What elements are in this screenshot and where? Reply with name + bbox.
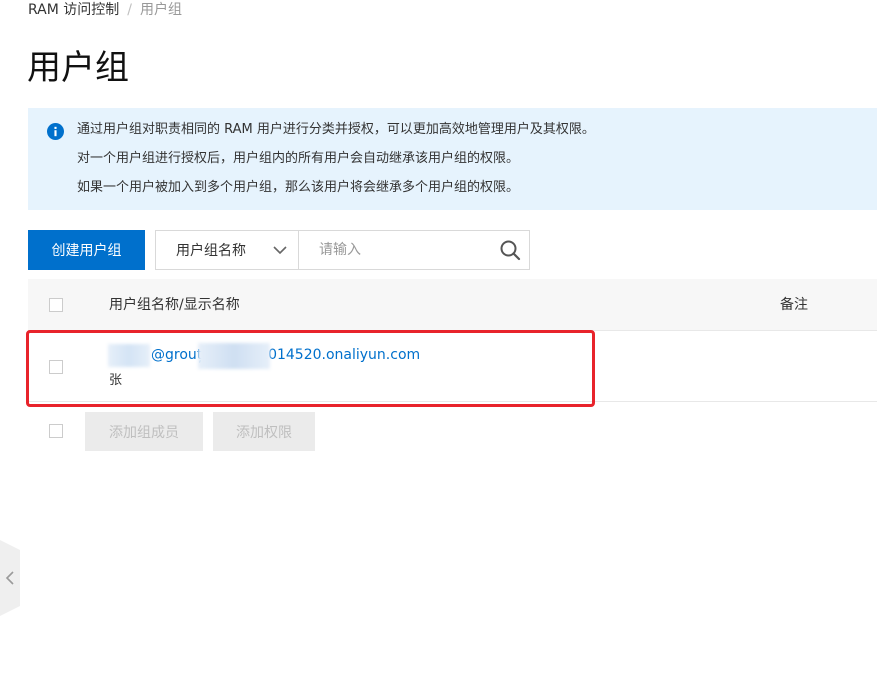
info-icon (47, 123, 64, 140)
create-group-button[interactable]: 创建用户组 (28, 230, 145, 270)
column-header-remark: 备注 (780, 297, 808, 313)
add-permissions-button[interactable]: 添加权限 (213, 412, 315, 451)
group-name-suffix: 01014520.onaliyun.com (250, 347, 421, 363)
search-input[interactable] (299, 231, 529, 269)
select-all-checkbox[interactable] (49, 298, 63, 312)
breadcrumb-current: 用户组 (140, 2, 182, 18)
breadcrumb: RAM 访问控制 / 用户组 (28, 1, 182, 19)
row-checkbox[interactable] (49, 360, 63, 374)
group-table: 用户组名称/显示名称 备注 @grouț 01014520.onaliyun.co… (28, 279, 877, 402)
notice-line-2: 对一个用户组进行授权后，用户组内的所有用户会自动继承该用户组的权限。 (77, 151, 520, 166)
info-notice: 通过用户组对职责相同的 RAM 用户进行分类并授权，可以更加高效地管理用户及其权… (28, 108, 877, 210)
search-field-label: 用户组名称 (176, 243, 246, 259)
column-header-name: 用户组名称/显示名称 (109, 297, 240, 313)
group-name-link[interactable]: @grouț 01014520.onaliyun.com (151, 345, 420, 365)
footer-select-checkbox[interactable] (49, 424, 63, 438)
add-members-button[interactable]: 添加组成员 (85, 412, 203, 451)
collapse-sidebar-handle[interactable] (0, 540, 20, 616)
notice-line-1: 通过用户组对职责相同的 RAM 用户进行分类并授权，可以更加高效地管理用户及其权… (77, 122, 595, 137)
search-icon[interactable] (499, 239, 521, 261)
redacted-mask (198, 343, 270, 369)
search-box: 用户组名称 (155, 230, 530, 270)
breadcrumb-root-link[interactable]: RAM 访问控制 (28, 2, 119, 18)
table-header: 用户组名称/显示名称 备注 (28, 279, 877, 331)
page-title: 用户组 (27, 48, 129, 88)
group-name-prefix: @grouț (151, 347, 203, 363)
table-row: @grouț 01014520.onaliyun.com 张 (28, 331, 877, 402)
search-field-select[interactable]: 用户组名称 (156, 231, 299, 269)
group-display-name: 张 (109, 373, 123, 388)
notice-line-3: 如果一个用户被加入到多个用户组，那么该用户将会继承多个用户组的权限。 (77, 180, 520, 195)
breadcrumb-separator: / (127, 2, 132, 18)
redacted-mask (108, 344, 150, 367)
chevron-down-icon (273, 246, 287, 255)
